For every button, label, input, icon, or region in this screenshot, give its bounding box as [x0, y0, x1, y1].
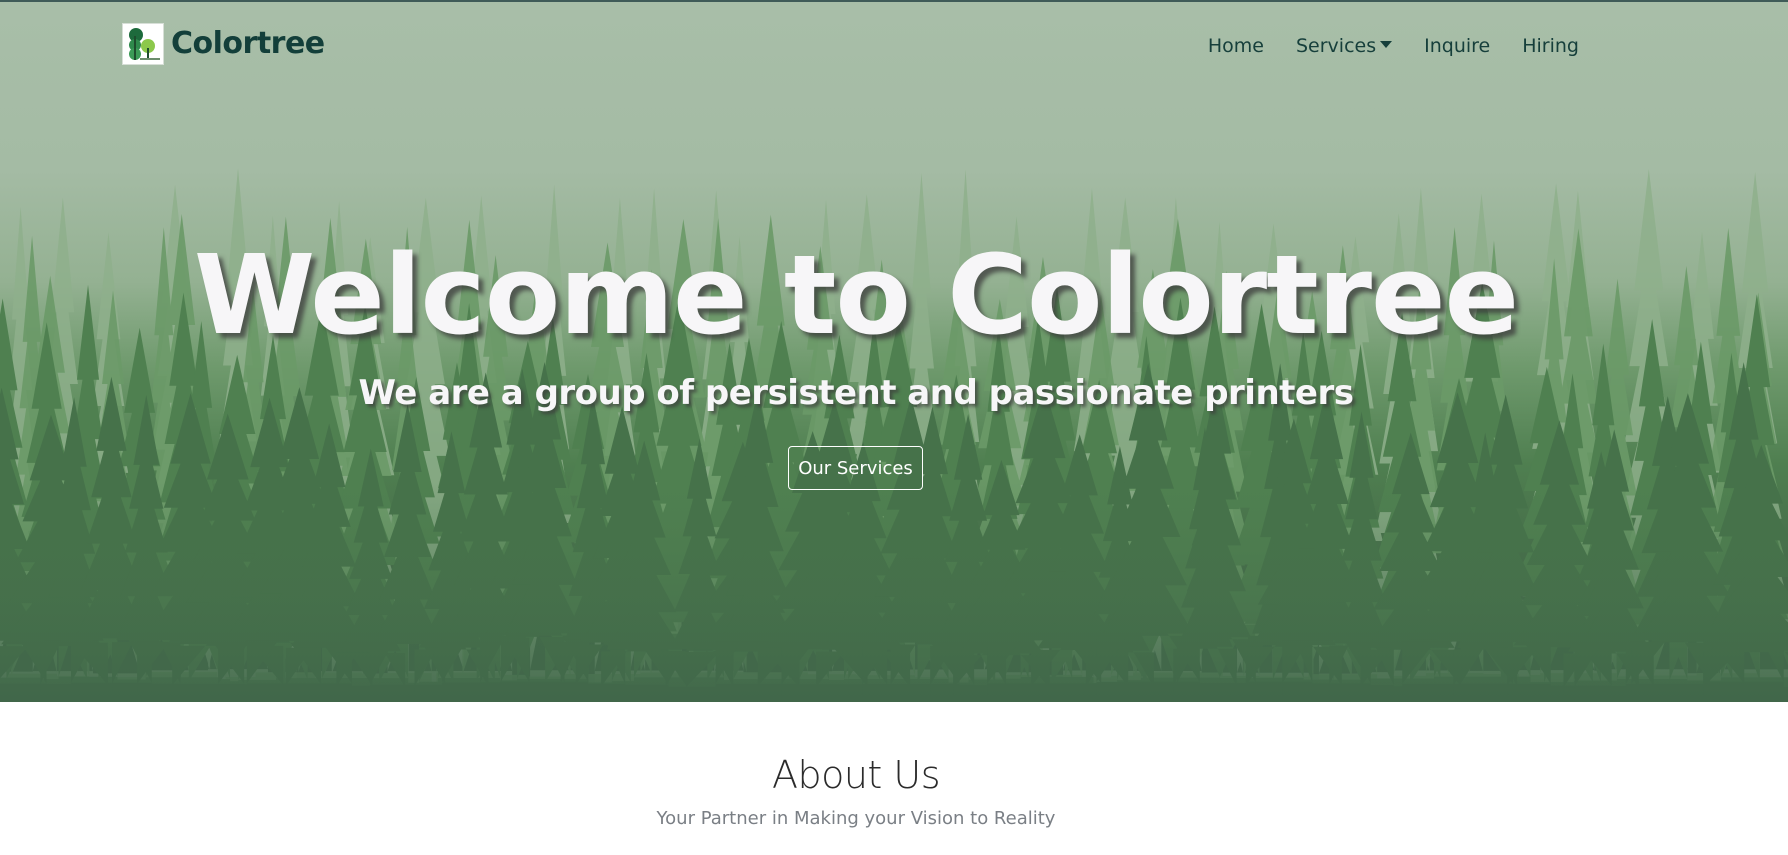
nav-link-services[interactable]: Services	[1295, 32, 1393, 60]
hero-section: Colortree Home Services Inquire Hiring W…	[0, 0, 1788, 702]
about-title: About Us	[771, 753, 941, 797]
brand[interactable]: Colortree	[122, 23, 325, 65]
brand-name: Colortree	[171, 26, 325, 61]
nav-link-services-label: Services	[1295, 35, 1377, 57]
nav-link-home[interactable]: Home	[1208, 32, 1264, 60]
nav-links: Home Services Inquire Hiring	[1176, 32, 1579, 60]
about-subtitle: Your Partner in Making your Vision to Re…	[656, 808, 1056, 829]
nav-link-hiring[interactable]: Hiring	[1522, 32, 1579, 60]
our-services-button[interactable]: Our Services	[788, 446, 923, 490]
about-section: About Us Your Partner in Making your Vis…	[0, 702, 1788, 855]
colortree-logo-icon	[122, 23, 164, 65]
navbar: Colortree Home Services Inquire Hiring	[0, 2, 1788, 86]
nav-link-hiring-label: Hiring	[1522, 35, 1579, 57]
caret-down-icon	[1380, 40, 1393, 48]
nav-link-inquire-label: Inquire	[1424, 35, 1491, 57]
nav-link-inquire[interactable]: Inquire	[1424, 32, 1490, 60]
hero-subtitle: We are a group of persistent and passion…	[358, 373, 1354, 413]
hero-title: Welcome to Colortree	[193, 231, 1519, 359]
nav-link-home-label: Home	[1207, 35, 1264, 57]
